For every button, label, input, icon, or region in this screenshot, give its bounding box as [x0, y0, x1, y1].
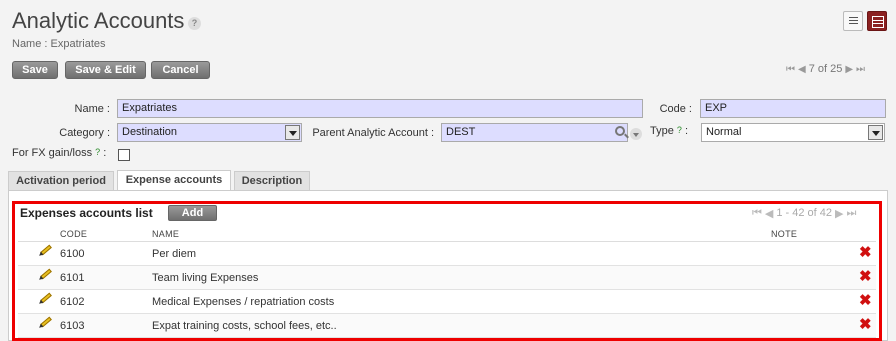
form-view-icon[interactable] — [867, 11, 887, 31]
row-code: 6102 — [60, 296, 85, 308]
next-page-icon[interactable]: ▶ — [835, 207, 843, 220]
pager-text: 7 of 25 — [808, 63, 843, 75]
save-button[interactable]: Save — [12, 61, 58, 79]
category-select[interactable]: Destination — [117, 123, 302, 142]
first-record-icon[interactable]: ⏮ — [786, 64, 795, 75]
code-label: Code : — [659, 103, 692, 115]
help-icon[interactable]: ? — [188, 17, 201, 30]
pencil-icon[interactable] — [40, 316, 52, 328]
delete-icon[interactable]: ✖ — [859, 317, 872, 332]
type-value: Normal — [706, 126, 742, 138]
cancel-button[interactable]: Cancel — [151, 61, 210, 79]
page-title: Analytic Accounts — [12, 8, 185, 33]
pencil-icon[interactable] — [40, 268, 52, 280]
list-view-icon[interactable] — [843, 11, 863, 31]
delete-icon[interactable]: ✖ — [859, 293, 872, 308]
first-page-icon[interactable]: ⏮ — [752, 207, 762, 220]
pencil-icon[interactable] — [40, 244, 52, 256]
category-label: Category : — [59, 127, 110, 139]
column-header-code[interactable]: CODE — [60, 229, 87, 239]
row-code: 6101 — [60, 272, 85, 284]
row-name: Expat training costs, school fees, etc.. — [152, 320, 337, 332]
prev-page-icon[interactable]: ◀ — [765, 207, 773, 220]
parent-account-field[interactable]: DEST — [441, 123, 628, 142]
name-field[interactable]: Expatriates — [117, 99, 643, 118]
add-button[interactable]: Add — [168, 205, 217, 221]
row-code: 6100 — [60, 248, 85, 260]
prev-record-icon[interactable]: ◀ — [798, 64, 806, 75]
fx-gain-loss-checkbox[interactable] — [118, 149, 130, 161]
row-name: Per diem — [152, 248, 197, 260]
parent-account-value: DEST — [446, 126, 476, 138]
tab-expense-accounts[interactable]: Expense accounts — [117, 170, 231, 191]
column-header-name[interactable]: NAME — [152, 229, 179, 239]
delete-icon[interactable]: ✖ — [859, 245, 872, 260]
list-pager-text: 1 - 42 of 42 — [776, 207, 833, 219]
row-code: 6103 — [60, 320, 85, 332]
name-label: Name : — [74, 103, 110, 115]
type-select[interactable]: Normal — [701, 123, 885, 142]
dropdown-icon[interactable] — [630, 128, 642, 140]
last-record-icon[interactable]: ⏭ — [856, 64, 865, 75]
column-header-note[interactable]: NOTE — [771, 229, 797, 239]
search-icon[interactable] — [615, 126, 625, 136]
code-field[interactable]: EXP — [700, 99, 886, 118]
chevron-down-icon[interactable] — [868, 125, 883, 140]
list-pager: ⏮ ◀ 1 - 42 of 42 ▶ ⏭ — [752, 207, 856, 220]
delete-icon[interactable]: ✖ — [859, 269, 872, 284]
breadcrumb: Name : Expatriates — [12, 38, 106, 50]
tab-description[interactable]: Description — [234, 171, 310, 190]
chevron-down-icon[interactable] — [285, 125, 300, 140]
table-row[interactable]: 6101 Team living Expenses ✖ — [18, 266, 876, 290]
table-row[interactable]: 6103 Expat training costs, school fees, e… — [18, 314, 876, 338]
parent-account-label: Parent Analytic Account : — [312, 127, 434, 139]
fx-label-text: For FX gain/loss — [12, 147, 93, 159]
table-row[interactable]: 6102 Medical Expenses / repatriation cost… — [18, 290, 876, 314]
save-edit-button[interactable]: Save & Edit — [65, 61, 146, 79]
type-label-colon: : — [685, 125, 689, 137]
type-label: Type ? : — [650, 125, 696, 137]
pencil-icon[interactable] — [40, 292, 52, 304]
fx-label-colon: : — [103, 147, 107, 159]
last-page-icon[interactable]: ⏭ — [847, 207, 857, 220]
table-row[interactable]: 6100 Per diem ✖ — [18, 242, 876, 266]
record-pager: ⏮ ◀ 7 of 25 ▶ ⏭ — [786, 63, 865, 75]
row-name: Medical Expenses / repatriation costs — [152, 296, 335, 308]
tab-activation-period[interactable]: Activation period — [8, 171, 114, 190]
fx-help-icon[interactable]: ? — [95, 147, 100, 157]
next-record-icon[interactable]: ▶ — [845, 64, 853, 75]
type-help-icon[interactable]: ? — [677, 125, 682, 135]
row-name: Team living Expenses — [152, 272, 259, 284]
fx-gain-loss-label: For FX gain/loss ? : — [12, 147, 117, 159]
type-label-text: Type — [650, 125, 674, 137]
category-value: Destination — [122, 126, 178, 138]
list-title: Expenses accounts list — [20, 206, 153, 220]
